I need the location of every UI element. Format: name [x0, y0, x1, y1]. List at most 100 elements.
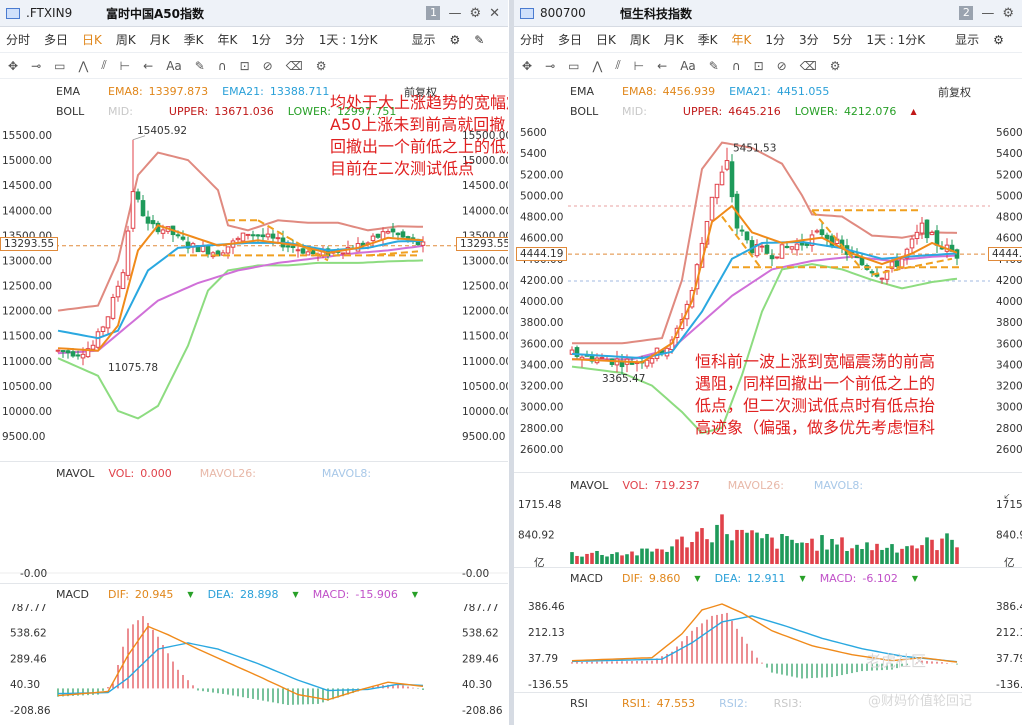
candle-body: [909, 238, 915, 249]
gear-icon[interactable]: ⚙: [469, 6, 481, 21]
period-tab[interactable]: 月K: [150, 31, 170, 48]
measure-icon[interactable]: ⊢: [634, 59, 644, 73]
minimize-icon[interactable]: —: [448, 6, 461, 21]
left-volume-chart[interactable]: -0.00-0.00⤢: [0, 484, 508, 584]
period-select[interactable]: 1天 : 1分K: [319, 31, 378, 48]
ema-name[interactable]: EMA: [56, 85, 94, 98]
left-drawing-toolbar: ✥ ⊸ ▭ ⋀ ⫽ ⊢ ← Aa ✎ ∩ ⊡ ⊘ ⌫ ⚙: [0, 53, 508, 79]
candle-body: [724, 160, 730, 170]
rsi1-label: RSI1:: [622, 696, 651, 710]
right-annotation: 恒科前一波上涨到宽幅震荡的前高 遇阻，同样回撤出一个前低之上的 低点，但二次测试…: [695, 351, 1020, 439]
magnet-icon[interactable]: ∩: [218, 59, 227, 73]
upper-value: 4645.216: [728, 104, 781, 118]
macd-axis-label: -136.: [996, 679, 1022, 691]
boll-name[interactable]: BOLL: [570, 105, 608, 118]
period-tab[interactable]: 季K: [698, 31, 718, 48]
eye-icon[interactable]: ⊘: [777, 59, 787, 73]
settings-icon[interactable]: ⚙: [993, 33, 1004, 47]
text-icon[interactable]: Aa: [166, 59, 182, 73]
pencil-icon[interactable]: ✎: [474, 33, 484, 47]
eye-icon[interactable]: ⊘: [263, 59, 273, 73]
display-menu[interactable]: 显示: [412, 31, 436, 48]
volume-bar: [915, 548, 919, 564]
period-tab-active[interactable]: 日K: [82, 31, 102, 48]
settings-icon[interactable]: ⚙: [450, 33, 461, 47]
period-tab[interactable]: 日K: [596, 31, 616, 48]
ema-name[interactable]: EMA: [570, 85, 608, 98]
parallel-icon[interactable]: ⫽: [101, 58, 106, 73]
rsi-name[interactable]: RSI: [570, 697, 608, 710]
period-tab[interactable]: 3分: [799, 31, 819, 48]
parallel-icon[interactable]: ⫽: [615, 58, 620, 73]
candle-body: [250, 234, 256, 237]
text-icon[interactable]: Aa: [680, 59, 696, 73]
volume-axis-label: 840.9: [996, 530, 1022, 542]
macd-axis-label: 289.46: [462, 653, 499, 665]
right-volume-chart[interactable]: 1715.48840.92亿1715.840.9亿⤢: [514, 494, 1022, 568]
settings-icon[interactable]: ⚙: [830, 59, 841, 73]
arrow-icon[interactable]: ←: [657, 59, 667, 73]
mavol-name[interactable]: MAVOL: [56, 467, 94, 480]
settings-icon[interactable]: ⚙: [316, 59, 327, 73]
rect-icon[interactable]: ▭: [568, 59, 579, 73]
period-tab[interactable]: 月K: [664, 31, 684, 48]
price-axis-label: 12500.00: [2, 281, 52, 293]
minimize-icon[interactable]: —: [981, 6, 994, 21]
pen-icon[interactable]: ✎: [195, 59, 205, 73]
measure-icon[interactable]: ⊢: [120, 59, 130, 73]
period-tab[interactable]: 多日: [558, 31, 582, 48]
period-tab[interactable]: 年K: [218, 31, 238, 48]
close-icon[interactable]: ✕: [489, 6, 500, 21]
left-current-price-tag: 13293.55: [0, 237, 59, 251]
down-triangle-icon: ▼: [187, 589, 194, 599]
volume-bar: [905, 546, 909, 564]
right-macd-chart[interactable]: 386.46 386.4 212.13 212.1 37.79 37.79 -136.55 -…: [514, 588, 1022, 692]
gear-icon[interactable]: ⚙: [1002, 6, 1014, 21]
boll-name[interactable]: BOLL: [56, 105, 94, 118]
right-symbol[interactable]: 800700: [540, 6, 620, 20]
left-macd-chart[interactable]: 787.77 787.77 538.62 538.62 289.46 289.46 40.3…: [0, 604, 508, 725]
left-pane-number[interactable]: 1: [426, 6, 441, 20]
crosshair-icon[interactable]: ✥: [522, 59, 532, 73]
mavol-name[interactable]: MAVOL: [570, 479, 608, 492]
rsi2-label: RSI2:: [719, 696, 748, 710]
period-tab[interactable]: 1分: [251, 31, 271, 48]
fib-icon[interactable]: ⋀: [592, 59, 602, 73]
lock-icon[interactable]: ⊡: [240, 59, 250, 73]
clear-icon[interactable]: ⌫: [286, 59, 303, 73]
period-tab[interactable]: 5分: [833, 31, 853, 48]
line-icon[interactable]: ⊸: [545, 59, 555, 73]
display-menu[interactable]: 显示: [955, 31, 979, 48]
line-icon[interactable]: ⊸: [31, 59, 41, 73]
clear-icon[interactable]: ⌫: [800, 59, 817, 73]
arrow-icon[interactable]: ←: [143, 59, 153, 73]
lock-icon[interactable]: ⊡: [754, 59, 764, 73]
right-pane-number[interactable]: 2: [959, 6, 974, 20]
candle-body: [95, 331, 101, 348]
left-symbol[interactable]: .FTXIN9: [26, 6, 106, 20]
period-tab[interactable]: 季K: [184, 31, 204, 48]
period-tab[interactable]: 周K: [116, 31, 136, 48]
period-tab[interactable]: 多日: [44, 31, 68, 48]
period-tab[interactable]: 周K: [630, 31, 650, 48]
period-tab[interactable]: 分时: [520, 31, 544, 48]
volume-bar: [865, 542, 869, 564]
period-tab[interactable]: 分时: [6, 31, 30, 48]
fuquan-toggle[interactable]: 前复权: [938, 84, 971, 100]
period-tab[interactable]: 3分: [285, 31, 305, 48]
volume-bar: [760, 538, 764, 564]
macd-name[interactable]: MACD: [570, 572, 608, 585]
period-select[interactable]: 1天 : 1分K: [866, 31, 925, 48]
volume-bar: [675, 539, 679, 564]
period-tab[interactable]: 1分: [765, 31, 785, 48]
macd-name[interactable]: MACD: [56, 588, 94, 601]
rect-icon[interactable]: ▭: [54, 59, 65, 73]
pen-icon[interactable]: ✎: [709, 59, 719, 73]
fib-icon[interactable]: ⋀: [78, 59, 88, 73]
period-tab-active[interactable]: 年K: [732, 31, 752, 48]
crosshair-icon[interactable]: ✥: [8, 59, 18, 73]
candle-body: [794, 243, 800, 251]
volume-bar: [705, 539, 709, 564]
window-icon: [520, 7, 534, 19]
magnet-icon[interactable]: ∩: [732, 59, 741, 73]
